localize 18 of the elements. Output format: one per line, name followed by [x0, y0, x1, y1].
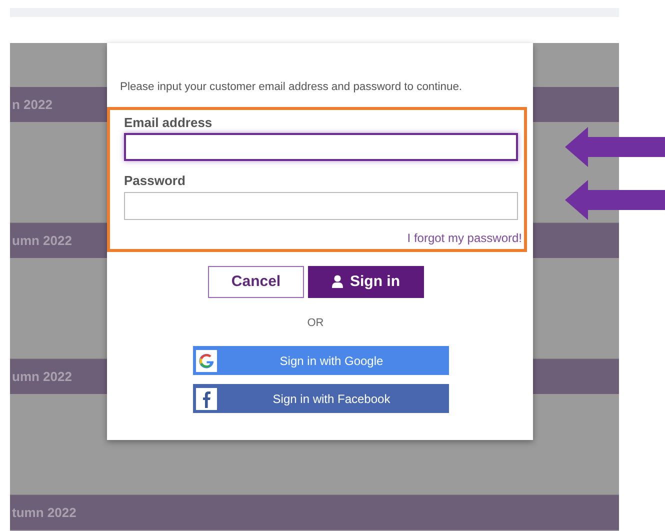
section-title: n 2022	[12, 96, 52, 114]
cancel-button[interactable]: Cancel	[208, 266, 304, 298]
facebook-sign-in-button[interactable]: Sign in with Facebook	[193, 384, 449, 414]
arrow-icon	[565, 127, 665, 167]
input-field[interactable]	[124, 133, 518, 162]
arrow-icon	[565, 180, 665, 220]
separator-text: OR	[306, 316, 325, 331]
sign-in-button[interactable]: Sign in	[308, 266, 424, 298]
field-label: Email address	[124, 114, 214, 132]
instruction-text: Please input your customer email address and password to continue.	[120, 80, 464, 95]
user-icon	[332, 275, 343, 288]
field-label: Password	[124, 172, 186, 190]
section-title: umn 2022	[12, 232, 72, 250]
forgot-password-link[interactable]: I forgot my password!	[124, 228, 522, 247]
input-field[interactable]	[124, 192, 518, 220]
section-title: umn 2022	[12, 368, 72, 386]
section-title: tumn 2022	[12, 504, 76, 522]
google-sign-in-button[interactable]: Sign in with Google	[193, 346, 449, 376]
